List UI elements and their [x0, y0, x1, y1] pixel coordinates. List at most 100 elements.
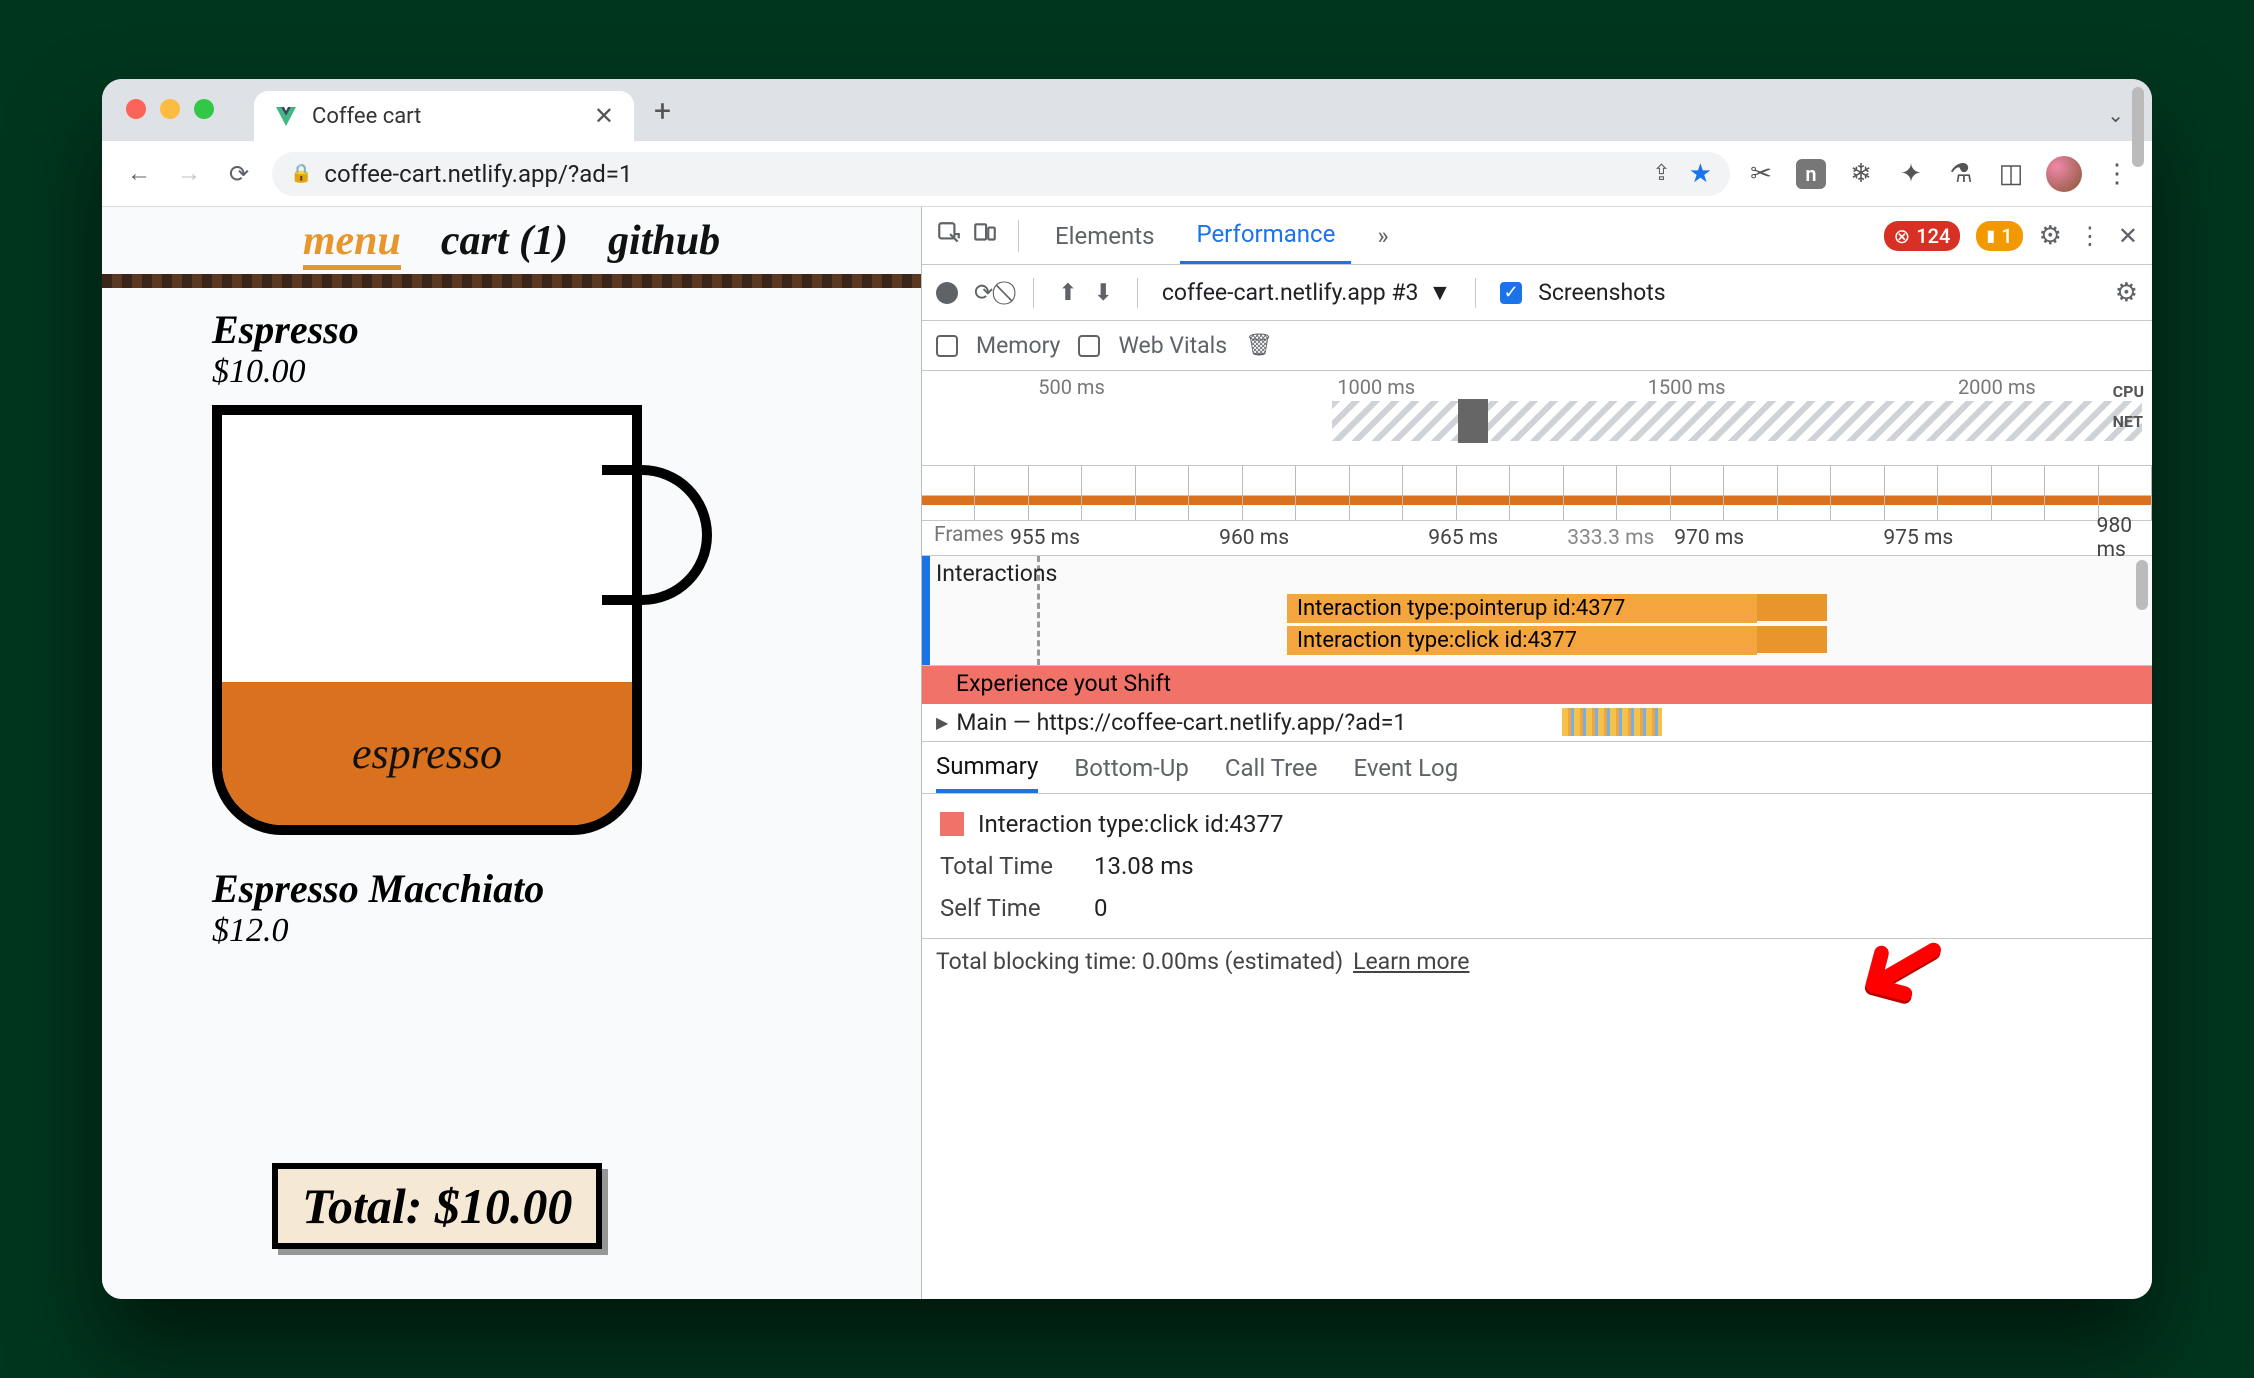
main-track[interactable]: ▶ Main — https://coffee-cart.netlify.app… [922, 704, 2152, 742]
error-badge[interactable]: 124 [1884, 221, 1961, 251]
load-button[interactable]: ⬆ [1058, 279, 1077, 306]
ruler-tick: 970 ms [1674, 526, 1744, 550]
total-time-value: 13.08 ms [1094, 852, 1194, 880]
screenshots-checkbox[interactable]: ✓ [1500, 282, 1522, 304]
ov-tick: 1000 ms [1337, 375, 1415, 399]
devtools-menu-icon[interactable]: ⋮ [2078, 222, 2102, 250]
cup-label: espresso [352, 728, 502, 779]
interactions-header: Interactions [936, 560, 1057, 587]
save-button[interactable]: ⬇ [1094, 279, 1113, 306]
scrollbar[interactable] [2136, 560, 2148, 610]
url-field[interactable]: 🔒 coffee-cart.netlify.app/?ad=1 ⇪ ★ [272, 152, 1730, 196]
devtools-tabs: Elements Performance » 124 1 ⚙ ⋮ ✕ [922, 207, 2152, 265]
ov-tick: 1500 ms [1648, 375, 1726, 399]
cup-fill: espresso [222, 682, 632, 826]
total-text: Total: $10.00 [302, 1178, 572, 1234]
back-button[interactable]: ← [122, 157, 156, 191]
tab-more[interactable]: » [1361, 207, 1404, 264]
profile-name: coffee-cart.netlify.app #3 [1162, 279, 1419, 306]
reload-button[interactable]: ⟳ [222, 157, 256, 191]
capture-settings-icon[interactable]: ⚙ [2115, 278, 2138, 308]
memory-checkbox[interactable] [936, 335, 958, 357]
lock-icon[interactable]: 🔒 [290, 163, 312, 184]
browser-window: Coffee cart ✕ + ⌄ ← → ⟳ 🔒 coffee-cart.ne… [102, 79, 2152, 1299]
nav-github[interactable]: github [608, 217, 720, 270]
new-tab-button[interactable]: + [654, 94, 671, 129]
frames-label: Frames [934, 523, 1004, 547]
reload-record-button[interactable]: ⟳ [974, 279, 993, 306]
coffee-cup[interactable]: espresso [212, 405, 642, 835]
devtools: Elements Performance » 124 1 ⚙ ⋮ ✕ ⟳ ⃠ ⬆… [922, 207, 2152, 1299]
experience-track[interactable]: Experience yout Shift [922, 666, 2152, 704]
ruler-center: 333.3 ms [1567, 526, 1654, 550]
filmstrip[interactable] [922, 466, 2152, 521]
lane-net: NET [2113, 407, 2144, 437]
ruler-tick: 975 ms [1883, 526, 1953, 550]
maximize-icon[interactable] [194, 99, 214, 119]
overview-timeline[interactable]: 500 ms 1000 ms 1500 ms 2000 ms CPU NET [922, 371, 2152, 466]
inspect-icon[interactable] [936, 220, 962, 252]
bookmark-icon[interactable]: ★ [1689, 159, 1712, 189]
perf-footer: Total blocking time: 0.00ms (estimated) … [922, 938, 2152, 984]
interaction-bar-pointerup[interactable]: Interaction type:pointerup id:4377 [1287, 594, 1757, 623]
browser-tab[interactable]: Coffee cart ✕ [254, 91, 634, 141]
beans-divider [102, 274, 921, 288]
tab-title: Coffee cart [312, 104, 421, 129]
profile-avatar[interactable] [2046, 156, 2082, 192]
tab-strip: Coffee cart ✕ + ⌄ [102, 79, 2152, 141]
ruler-tick: 965 ms [1428, 526, 1498, 550]
details-tabs: Summary Bottom-Up Call Tree Event Log [922, 742, 2152, 794]
extensions-icon[interactable]: ✦ [1896, 159, 1926, 189]
tab-performance[interactable]: Performance [1180, 207, 1351, 264]
close-tab-icon[interactable]: ✕ [594, 102, 614, 130]
scissors-ext-icon[interactable]: ✂︎ [1746, 159, 1776, 189]
flask-ext-icon[interactable]: ⚗ [1946, 159, 1976, 189]
panel-ext-icon[interactable]: ◫ [1996, 159, 2026, 189]
interaction-bar-click[interactable]: Interaction type:click id:4377 [1287, 626, 1757, 655]
forward-button[interactable]: → [172, 157, 206, 191]
extensions: ✂︎ n ❄︎ ✦ ⚗ ◫ ⋮ [1746, 156, 2132, 192]
settings-icon[interactable]: ⚙ [2039, 221, 2062, 251]
chrome-menu-icon[interactable]: ⋮ [2102, 159, 2132, 189]
nav-cart[interactable]: cart (1) [441, 217, 568, 270]
time-ruler[interactable]: Frames 955 ms 960 ms 965 ms 333.3 ms 970… [922, 521, 2152, 556]
profile-selector[interactable]: coffee-cart.netlify.app #3 ▼ [1162, 279, 1451, 306]
site-nav: menu cart (1) github [102, 207, 921, 274]
minimize-icon[interactable] [160, 99, 180, 119]
interactions-track[interactable]: Interactions Interaction type:pointerup … [922, 556, 2152, 666]
webvitals-label: Web Vitals [1118, 332, 1227, 359]
lane-cpu: CPU [2113, 377, 2144, 407]
share-icon[interactable]: ⇪ [1652, 161, 1670, 186]
webvitals-checkbox[interactable] [1078, 335, 1100, 357]
flame-chart-area[interactable]: Interactions Interaction type:pointerup … [922, 556, 2152, 742]
tab-summary[interactable]: Summary [936, 742, 1038, 793]
snowflake-ext-icon[interactable]: ❄︎ [1846, 159, 1876, 189]
expand-icon[interactable]: ▶ [936, 713, 948, 732]
ov-tick: 500 ms [1038, 375, 1105, 399]
vue-favicon-icon [274, 104, 298, 128]
total-button[interactable]: Total: $10.00 [272, 1163, 602, 1249]
total-time-label: Total Time [940, 852, 1070, 880]
record-button[interactable] [936, 282, 958, 304]
content-split: menu cart (1) github Espresso $10.00 esp… [102, 207, 2152, 1299]
trash-icon[interactable]: 🗑 [1245, 333, 1273, 358]
close-devtools-icon[interactable]: ✕ [2118, 222, 2138, 250]
tab-elements[interactable]: Elements [1039, 207, 1170, 264]
device-toggle-icon[interactable] [972, 220, 998, 252]
tab-bottom-up[interactable]: Bottom-Up [1074, 754, 1189, 782]
n-ext-icon[interactable]: n [1796, 159, 1826, 189]
tab-call-tree[interactable]: Call Tree [1225, 754, 1318, 782]
tab-list-button[interactable]: ⌄ [2107, 103, 2124, 127]
item2-price: $12.0 [212, 912, 921, 950]
summary-panel: Interaction type:click id:4377 Total Tim… [922, 794, 2152, 938]
close-icon[interactable] [126, 99, 146, 119]
learn-more-link[interactable]: Learn more [1353, 948, 1469, 975]
warning-badge[interactable]: 1 [1976, 221, 2022, 251]
nav-menu[interactable]: menu [303, 217, 401, 270]
ruler-tick: 960 ms [1219, 526, 1289, 550]
url-text: coffee-cart.netlify.app/?ad=1 [324, 160, 632, 188]
chevron-down-icon: ▼ [1428, 279, 1451, 306]
perf-toolbar: ⟳ ⃠ ⬆ ⬇ coffee-cart.netlify.app #3 ▼ ✓ S… [922, 265, 2152, 321]
item1-name: Espresso [212, 306, 921, 353]
tab-event-log[interactable]: Event Log [1353, 754, 1458, 782]
